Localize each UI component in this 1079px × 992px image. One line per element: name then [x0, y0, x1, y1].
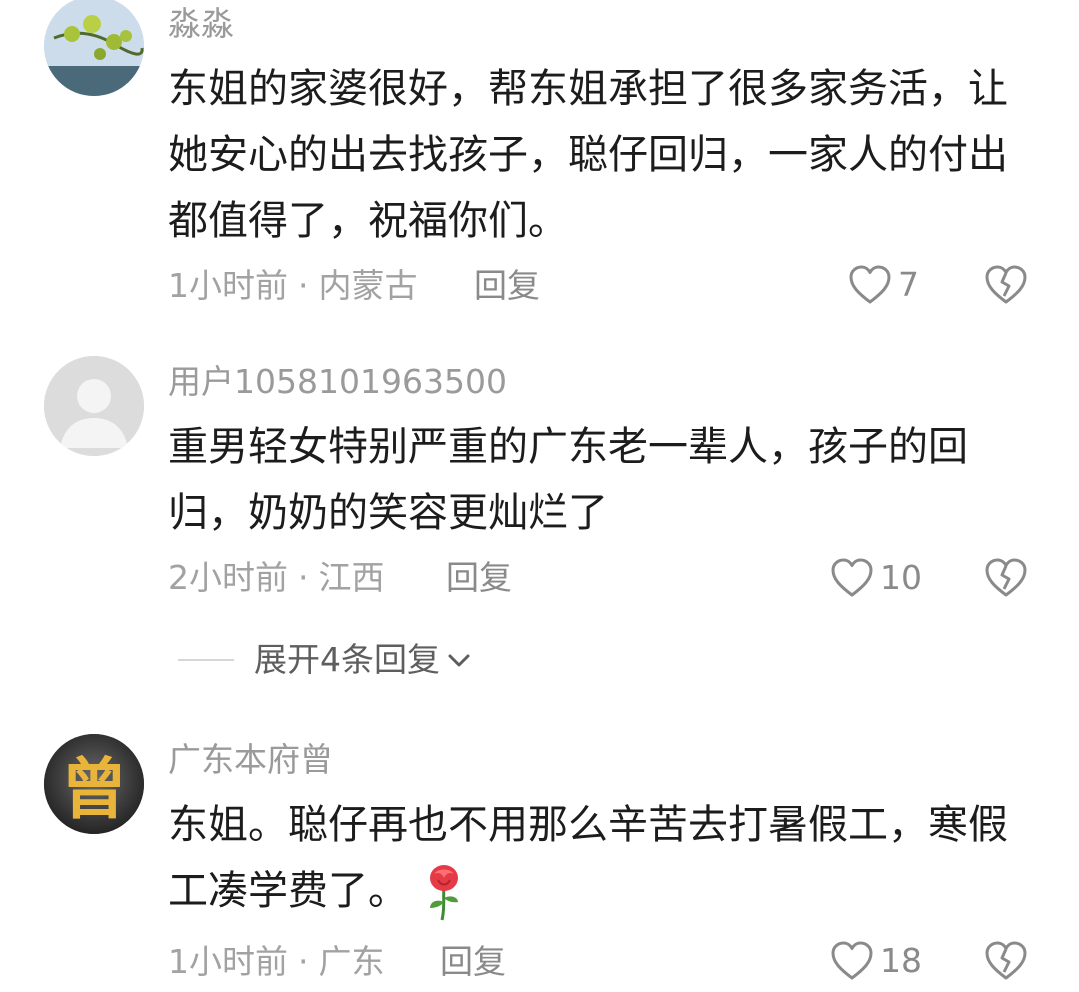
comment-text: 东姐的家婆很好，帮东姐承担了很多家务活，让 她安心的出去找孩子，聪仔回归，一家人… — [168, 56, 1048, 254]
comment-line: 东姐的家婆很好，帮东姐承担了很多家务活，让 — [168, 66, 1008, 112]
dislike-button[interactable] — [984, 940, 1028, 982]
dislike-button[interactable] — [984, 557, 1028, 599]
rose-emoji — [430, 865, 458, 921]
chevron-down-icon — [448, 654, 470, 667]
avatar[interactable] — [44, 356, 144, 456]
comment-meta: 2小时前 · 江西 — [168, 558, 385, 598]
expand-replies-label: 展开4条回复 — [254, 640, 440, 679]
broken-heart-icon — [985, 265, 1027, 304]
heart-icon — [831, 941, 873, 980]
like-button[interactable]: 7 — [848, 264, 919, 306]
heart-icon — [849, 265, 891, 304]
avatar[interactable] — [44, 0, 144, 96]
avatar-char: 曾 — [61, 750, 127, 828]
comment-meta: 1小时前 · 内蒙古 — [168, 266, 418, 306]
separator: · — [298, 558, 309, 597]
reply-button[interactable]: 回复 — [474, 266, 540, 306]
location: 内蒙古 — [318, 266, 418, 305]
timestamp: 1小时前 — [168, 266, 288, 305]
comment-line-text: 工凑学费了。 — [168, 868, 408, 914]
reply-button[interactable]: 回复 — [446, 558, 512, 598]
separator: · — [298, 266, 309, 305]
comment-line: 东姐。聪仔再也不用那么辛苦去打暑假工，寒假 — [168, 802, 1008, 848]
dislike-button[interactable] — [984, 264, 1028, 306]
like-button[interactable]: 10 — [830, 557, 922, 599]
location: 广东 — [318, 942, 385, 981]
timestamp: 1小时前 — [168, 942, 288, 981]
location: 江西 — [318, 558, 385, 597]
comment-line: 工凑学费了。 — [168, 858, 1048, 924]
comment-line: 归，奶奶的笑容更灿烂了 — [168, 490, 608, 536]
reply-button[interactable]: 回复 — [440, 942, 506, 982]
comment-line: 重男轻女特别严重的广东老一辈人，孩子的回 — [168, 424, 968, 470]
like-count: 18 — [880, 941, 922, 980]
heart-icon — [831, 558, 873, 597]
comment-text: 重男轻女特别严重的广东老一辈人，孩子的回 归，奶奶的笑容更灿烂了 — [168, 414, 1048, 546]
default-avatar-icon — [44, 356, 144, 456]
comment-text: 东姐。聪仔再也不用那么辛苦去打暑假工，寒假 工凑学费了。 — [168, 792, 1048, 924]
timestamp: 2小时前 — [168, 558, 288, 597]
username[interactable]: 广东本府曾 — [168, 740, 333, 780]
username[interactable]: 淼淼 — [168, 4, 234, 44]
expand-label-wrap: 展开4条回复 — [254, 640, 472, 680]
broken-heart-icon — [985, 558, 1027, 597]
like-count: 7 — [898, 265, 919, 304]
avatar[interactable]: 曾 — [44, 734, 144, 834]
comment-line: 她安心的出去找孩子，聪仔回归，一家人的付出 — [168, 132, 1008, 178]
divider — [178, 659, 234, 661]
separator: · — [298, 942, 309, 981]
expand-replies-button[interactable]: 展开4条回复 — [178, 640, 472, 680]
broken-heart-icon — [985, 941, 1027, 980]
like-button[interactable]: 18 — [830, 940, 922, 982]
username[interactable]: 用户1058101963500 — [168, 362, 507, 402]
like-count: 10 — [880, 558, 922, 597]
comment-line: 都值得了，祝福你们。 — [168, 198, 568, 244]
comment-meta: 1小时前 · 广东 — [168, 942, 385, 982]
